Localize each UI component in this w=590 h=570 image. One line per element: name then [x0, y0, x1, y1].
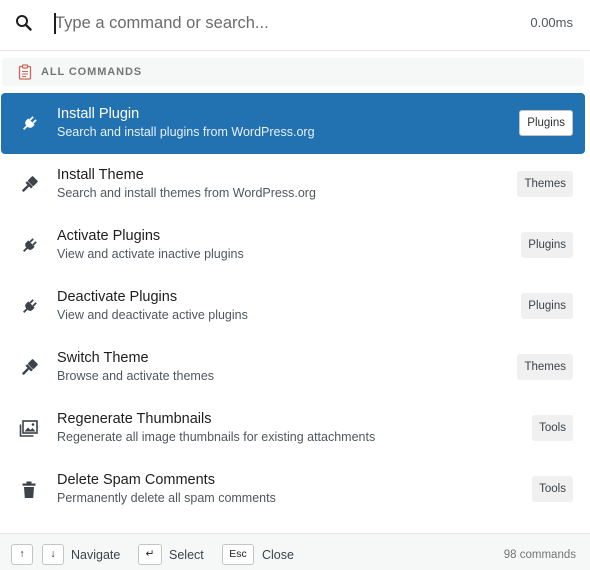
command-description: View and activate inactive plugins — [57, 247, 244, 261]
command-category-badge: Themes — [517, 171, 573, 197]
plugin-icon — [23, 238, 37, 252]
command-category-badge: Themes — [517, 354, 573, 380]
command-category-badge: Tools — [532, 476, 573, 502]
command-title: Delete Spam Comments — [57, 472, 215, 488]
search-icon — [16, 15, 32, 31]
images-icon — [19, 420, 38, 437]
command-item-switch-theme[interactable]: Switch Theme Browse and activate themes … — [1, 337, 585, 398]
command-category-badge: Plugins — [519, 110, 573, 136]
command-title: Deactivate Plugins — [57, 289, 178, 305]
arrow-down-key: ↓ — [42, 544, 64, 565]
command-item-regenerate-thumbnails[interactable]: Regenerate Thumbnails Regenerate all ima… — [1, 398, 585, 459]
search-timing: 0.00ms — [530, 15, 573, 30]
command-category-badge: Plugins — [521, 232, 573, 258]
command-category-badge: Plugins — [521, 293, 573, 319]
group-header: ALL COMMANDS — [2, 58, 584, 86]
close-hint: Close — [262, 548, 294, 562]
command-item-delete-spam-comments[interactable]: Delete Spam Comments Permanently delete … — [1, 459, 585, 520]
arrow-up-key: ↑ — [11, 544, 33, 565]
plugin-icon — [23, 299, 37, 313]
text-caret — [54, 13, 56, 34]
command-item-deactivate-plugins[interactable]: Deactivate Plugins View and deactivate a… — [1, 276, 585, 337]
enter-key: ↵ — [138, 544, 162, 565]
clipboard-icon — [18, 64, 32, 80]
command-description: Search and install themes from WordPress… — [57, 186, 316, 200]
brush-icon — [22, 359, 38, 375]
palette-footer: ↑ ↓ Navigate ↵ Select Esc Close 98 comma… — [0, 533, 590, 570]
trash-icon — [22, 481, 36, 498]
command-description: View and deactivate active plugins — [57, 308, 248, 322]
esc-key: Esc — [222, 544, 254, 565]
command-category-badge: Tools — [532, 415, 573, 441]
search-bar: 0.00ms — [0, 0, 590, 51]
command-item-install-theme[interactable]: Install Theme Search and install themes … — [1, 154, 585, 215]
command-count: 98 commands — [503, 549, 576, 561]
command-item-install-plugin[interactable]: Install Plugin Search and install plugin… — [1, 93, 585, 154]
command-title: Switch Theme — [57, 350, 149, 366]
plugin-icon — [23, 116, 37, 130]
brush-icon — [22, 176, 38, 192]
command-description: Regenerate all image thumbnails for exis… — [57, 430, 376, 444]
navigate-hint: Navigate — [71, 548, 121, 562]
command-description: Search and install plugins from WordPres… — [57, 125, 315, 139]
group-label: ALL COMMANDS — [41, 66, 143, 78]
command-item-activate-plugins[interactable]: Activate Plugins View and activate inact… — [1, 215, 585, 276]
command-title: Install Theme — [57, 167, 144, 183]
command-description: Browse and activate themes — [57, 369, 215, 383]
command-title: Regenerate Thumbnails — [57, 411, 212, 427]
command-description: Permanently delete all spam comments — [57, 491, 276, 505]
command-search-input[interactable] — [52, 10, 492, 36]
command-title: Activate Plugins — [57, 228, 161, 244]
select-hint: Select — [169, 548, 204, 562]
command-title: Install Plugin — [57, 106, 140, 122]
